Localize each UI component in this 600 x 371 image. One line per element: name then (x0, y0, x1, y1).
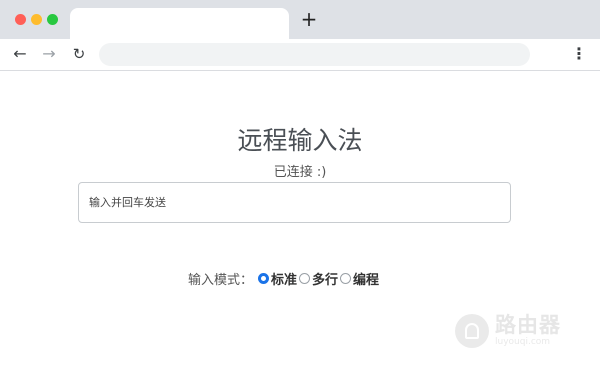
router-logo-icon (455, 314, 489, 348)
mode-option-programming[interactable]: 编程 (340, 269, 381, 288)
message-input[interactable] (78, 182, 511, 223)
forward-arrow-icon[interactable]: → (40, 45, 58, 63)
close-window-button[interactable] (15, 14, 26, 25)
watermark: 路由器 luyouqi.com (455, 306, 595, 356)
connection-status: 已连接 :) (273, 165, 327, 180)
radio-multiline[interactable] (299, 272, 311, 284)
minimize-window-button[interactable] (31, 14, 42, 25)
new-tab-button[interactable]: + (300, 9, 318, 29)
watermark-url: luyouqi.com (495, 337, 551, 347)
browser-tab-strip: + (0, 0, 600, 39)
input-mode-group: 输入模式： 标准 多行 编程 (188, 268, 381, 288)
back-arrow-icon[interactable]: ← (11, 45, 29, 63)
mode-option-label: 编程 (353, 272, 380, 288)
maximize-window-button[interactable] (47, 14, 58, 25)
mode-option-standard[interactable]: 标准 (258, 269, 299, 288)
input-mode-label: 输入模式： (188, 272, 254, 288)
radio-standard[interactable] (258, 272, 270, 284)
watermark-title: 路由器 (495, 313, 561, 337)
reload-icon[interactable]: ↻ (70, 45, 88, 63)
page-title: 远程输入法 (237, 126, 363, 155)
mode-option-label: 多行 (312, 272, 339, 288)
address-bar[interactable] (99, 43, 530, 66)
kebab-menu-icon[interactable]: ⋮ (571, 45, 587, 63)
radio-programming[interactable] (340, 272, 352, 284)
mode-option-label: 标准 (271, 272, 298, 288)
browser-toolbar: ← → ↻ ⋮ (0, 39, 600, 71)
mode-option-multiline[interactable]: 多行 (299, 269, 340, 288)
browser-tab[interactable] (70, 8, 289, 39)
